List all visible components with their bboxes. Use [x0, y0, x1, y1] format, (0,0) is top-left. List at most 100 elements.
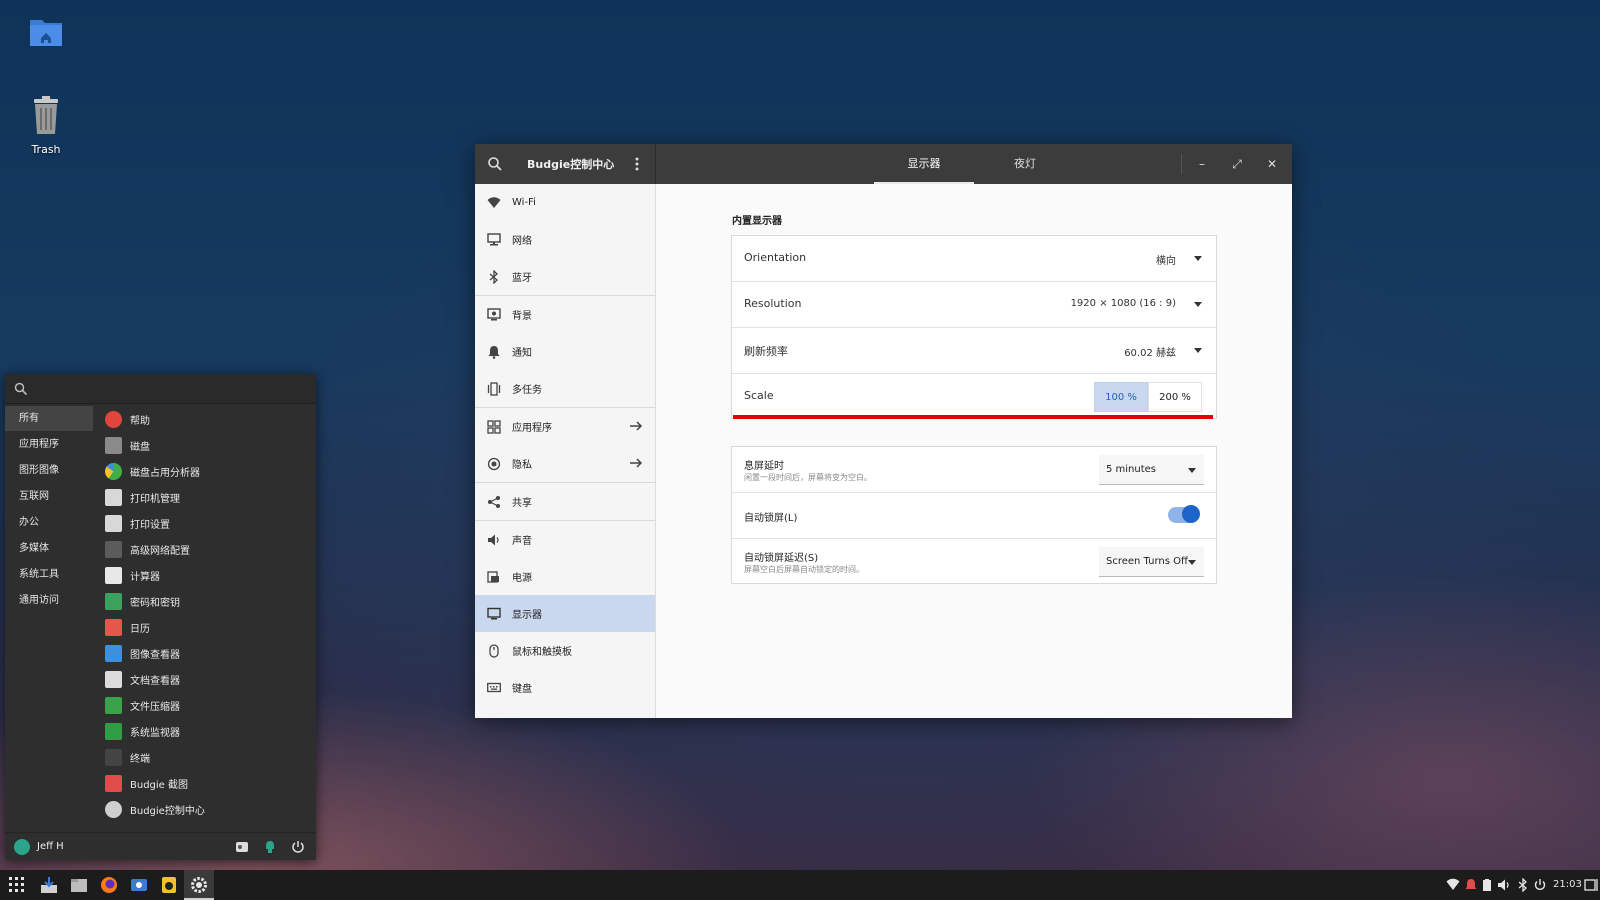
category-internet[interactable]: 互联网	[5, 484, 93, 509]
app-system-monitor[interactable]: 系统监视器	[97, 718, 307, 744]
refresh-rate-row[interactable]: 刷新频率 60.02 赫兹	[732, 327, 1216, 372]
desktop-trash-icon[interactable]: Trash	[10, 96, 82, 156]
menu-search-bar[interactable]	[5, 374, 316, 404]
screenshot-icon[interactable]	[129, 875, 149, 895]
app-grid-icon[interactable]	[7, 875, 27, 895]
close-button[interactable]: ✕	[1262, 154, 1282, 174]
tab-night-light[interactable]: 夜灯	[975, 144, 1075, 184]
category-all[interactable]: 所有	[5, 406, 93, 431]
sidebar-item-background[interactable]: 背景	[475, 296, 655, 333]
category-applications[interactable]: 应用程序	[5, 432, 93, 457]
sidebar-item-displays[interactable]: 显示器	[475, 595, 655, 632]
sidebar-item-privacy[interactable]: 隐私	[475, 445, 655, 482]
sidebar-item-label: 网络	[512, 236, 532, 247]
resolution-value: 1920 × 1080 (16 : 9)	[1070, 298, 1176, 309]
orientation-row[interactable]: Orientation 横向	[732, 236, 1216, 281]
files-icon[interactable]	[69, 875, 89, 895]
auto-lock-row: 自动锁屏(L)	[732, 492, 1216, 537]
sidebar-item-power[interactable]: 电源	[475, 558, 655, 595]
notification-bell-icon[interactable]	[1464, 878, 1478, 892]
user-avatar-icon[interactable]	[14, 839, 30, 855]
resolution-row[interactable]: Resolution 1920 × 1080 (16 : 9)	[732, 281, 1216, 326]
category-accessibility[interactable]: 通用访问	[5, 588, 93, 613]
settings-panel-icon[interactable]	[234, 839, 250, 855]
desktop-home-icon[interactable]	[10, 14, 82, 55]
app-printer-manager[interactable]: 打印机管理	[97, 484, 307, 510]
search-icon[interactable]	[487, 156, 503, 172]
app-archive-manager[interactable]: 文件压缩器	[97, 692, 307, 718]
lock-delay-select[interactable]: Screen Turns Off	[1099, 547, 1204, 577]
sidebar-item-mouse[interactable]: 鼠标和触摸板	[475, 632, 655, 669]
app-budgie-control-center[interactable]: Budgie控制中心	[97, 796, 307, 822]
desktop-trash-label: Trash	[31, 143, 61, 156]
minimize-button[interactable]: –	[1192, 154, 1212, 174]
app-label: 图像查看器	[130, 649, 180, 661]
blank-screen-delay-select[interactable]: 5 minutes	[1099, 455, 1204, 485]
sidebar-item-label: 多任务	[512, 385, 542, 396]
show-desktop-icon[interactable]	[1584, 878, 1598, 892]
wifi-icon	[486, 195, 502, 211]
power-icon[interactable]	[290, 839, 306, 855]
app-calendar[interactable]: 日历	[97, 614, 307, 640]
sidebar-item-sound[interactable]: 声音	[475, 521, 655, 558]
scale-100-button[interactable]: 100 %	[1094, 382, 1148, 412]
battery-icon[interactable]	[1480, 878, 1494, 892]
wifi-tray-icon[interactable]	[1446, 878, 1460, 892]
app-image-viewer[interactable]: 图像查看器	[97, 640, 307, 666]
mouse-icon	[486, 643, 502, 659]
category-office[interactable]: 办公	[5, 510, 93, 535]
calculator-icon	[105, 566, 122, 584]
category-graphics[interactable]: 图形图像	[5, 458, 93, 483]
app-passwords[interactable]: 密码和密钥	[97, 588, 307, 614]
app-terminal[interactable]: 终端	[97, 744, 307, 770]
app-help[interactable]: 帮助	[97, 406, 307, 432]
printer-settings-icon	[105, 514, 122, 532]
app-label: 系统监视器	[130, 727, 180, 739]
sidebar-item-label: 电源	[512, 573, 532, 584]
firefox-icon[interactable]	[99, 875, 119, 895]
app-calculator[interactable]: 计算器	[97, 562, 307, 588]
sidebar-item-keyboard[interactable]: 键盘	[475, 669, 655, 706]
category-system-tools[interactable]: 系统工具	[5, 562, 93, 587]
auto-lock-label: 自动锁屏(L)	[744, 513, 798, 524]
sidebar-item-label: 键盘	[512, 684, 532, 695]
scale-row: Scale 100 % 200 %	[732, 373, 1216, 418]
sidebar-item-label: 通知	[512, 348, 532, 359]
rhythmbox-icon[interactable]	[159, 875, 179, 895]
chevron-down-icon[interactable]	[1194, 302, 1202, 307]
app-budgie-screenshot[interactable]: Budgie 截图	[97, 770, 307, 796]
kebab-menu-icon[interactable]	[633, 156, 641, 172]
auto-lock-toggle[interactable]	[1168, 505, 1200, 523]
scale-200-button[interactable]: 200 %	[1148, 382, 1202, 412]
sidebar-item-applications[interactable]: 应用程序	[475, 408, 655, 445]
power-tray-icon[interactable]	[1533, 878, 1547, 892]
orientation-value: 横向	[1156, 256, 1176, 267]
sidebar-item-sharing[interactable]: 共享	[475, 483, 655, 520]
screen-lock-panel: 息屏延时 闲置一段时间后，屏幕将变为空白。 5 minutes 自动锁屏(L) …	[731, 446, 1217, 584]
app-disks[interactable]: 磁盘	[97, 432, 307, 458]
app-network-config[interactable]: 高级网络配置	[97, 536, 307, 562]
category-multimedia[interactable]: 多媒体	[5, 536, 93, 561]
section-title-builtin-display: 内置显示器	[732, 216, 782, 227]
sidebar-item-network[interactable]: 网络	[475, 221, 655, 258]
app-document-viewer[interactable]: 文档查看器	[97, 666, 307, 692]
bluetooth-tray-icon[interactable]	[1516, 878, 1530, 892]
chevron-down-icon[interactable]	[1194, 348, 1202, 353]
sidebar-item-bluetooth[interactable]: 蓝牙	[475, 258, 655, 295]
sidebar-item-multitasking[interactable]: 多任务	[475, 370, 655, 407]
chevron-down-icon[interactable]	[1194, 256, 1202, 261]
clock[interactable]: 21:03	[1553, 879, 1582, 890]
downloads-icon[interactable]	[39, 875, 59, 895]
sidebar-item-wifi[interactable]: Wi-Fi	[475, 184, 655, 221]
multitasking-icon	[486, 381, 502, 397]
settings-icon[interactable]	[189, 875, 209, 895]
app-disk-usage[interactable]: 磁盘占用分析器	[97, 458, 307, 484]
app-print-settings[interactable]: 打印设置	[97, 510, 307, 536]
volume-icon[interactable]	[1497, 878, 1511, 892]
maximize-button[interactable]: ⤢	[1227, 154, 1247, 174]
tab-displays[interactable]: 显示器	[874, 144, 974, 184]
lock-screen-icon[interactable]	[262, 839, 278, 855]
sidebar-item-notifications[interactable]: 通知	[475, 333, 655, 370]
disks-icon	[105, 436, 122, 454]
help-lifebuoy-icon	[105, 410, 122, 428]
